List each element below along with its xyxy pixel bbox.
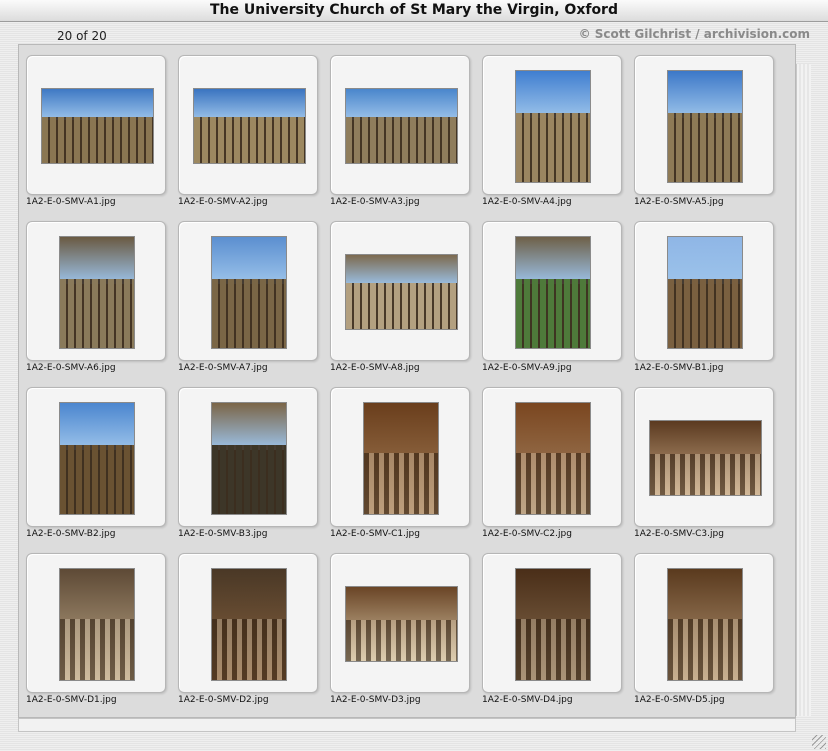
thumbnail-filename: 1A2-E-0-SMV-A9.jpg	[482, 363, 572, 373]
horizontal-scrollbar[interactable]	[18, 718, 796, 732]
thumbnail-frame[interactable]	[634, 387, 774, 527]
image-count: 20 of 20	[57, 29, 107, 43]
thumbnail-item[interactable]: 1A2-E-0-SMV-D5.jpg	[634, 553, 774, 708]
thumbnail-filename: 1A2-E-0-SMV-A2.jpg	[178, 197, 268, 207]
copyright-credit: © Scott Gilchrist / archivision.com	[578, 27, 810, 41]
thumbnail-frame[interactable]	[482, 55, 622, 195]
thumbnail-image[interactable]	[345, 254, 458, 330]
thumbnail-filename: 1A2-E-0-SMV-A5.jpg	[634, 197, 724, 207]
thumbnail-item[interactable]: 1A2-E-0-SMV-B3.jpg	[178, 387, 318, 542]
thumbnail-frame[interactable]	[26, 55, 166, 195]
thumbnail-filename: 1A2-E-0-SMV-B2.jpg	[26, 529, 116, 539]
thumbnail-item[interactable]: 1A2-E-0-SMV-B2.jpg	[26, 387, 166, 542]
resize-grip-icon[interactable]	[812, 735, 826, 749]
thumbnail-frame[interactable]	[178, 221, 318, 361]
thumbnail-filename: 1A2-E-0-SMV-D2.jpg	[178, 695, 269, 705]
thumbnail-image[interactable]	[667, 568, 743, 681]
thumbnail-image[interactable]	[345, 88, 458, 164]
vertical-scrollbar[interactable]	[796, 64, 811, 716]
thumbnail-frame[interactable]	[178, 387, 318, 527]
thumbnail-frame[interactable]	[26, 221, 166, 361]
thumbnail-filename: 1A2-E-0-SMV-A3.jpg	[330, 197, 420, 207]
thumbnail-filename: 1A2-E-0-SMV-C1.jpg	[330, 529, 420, 539]
thumbnail-item[interactable]: 1A2-E-0-SMV-C2.jpg	[482, 387, 622, 542]
thumbnail-item[interactable]: 1A2-E-0-SMV-A8.jpg	[330, 221, 470, 376]
thumbnail-frame[interactable]	[330, 55, 470, 195]
thumbnail-filename: 1A2-E-0-SMV-A7.jpg	[178, 363, 268, 373]
thumbnail-image[interactable]	[649, 420, 762, 496]
thumbnail-image[interactable]	[363, 402, 439, 515]
thumbnail-grid: 1A2-E-0-SMV-A1.jpg 1A2-E-0-SMV-A2.jpg 1A2-…	[18, 44, 796, 718]
window-title[interactable]: The University Church of St Mary the Vir…	[0, 0, 828, 22]
thumbnail-filename: 1A2-E-0-SMV-D3.jpg	[330, 695, 421, 705]
thumbnail-item[interactable]: 1A2-E-0-SMV-A2.jpg	[178, 55, 318, 210]
thumbnail-image[interactable]	[59, 402, 135, 515]
thumbnail-frame[interactable]	[26, 387, 166, 527]
thumbnail-item[interactable]: 1A2-E-0-SMV-D4.jpg	[482, 553, 622, 708]
thumbnail-frame[interactable]	[482, 387, 622, 527]
thumbnail-image[interactable]	[515, 236, 591, 349]
thumbnail-item[interactable]: 1A2-E-0-SMV-A9.jpg	[482, 221, 622, 376]
thumbnail-frame[interactable]	[330, 387, 470, 527]
thumbnail-filename: 1A2-E-0-SMV-C3.jpg	[634, 529, 724, 539]
thumbnail-image[interactable]	[211, 402, 287, 515]
thumbnail-item[interactable]: 1A2-E-0-SMV-D3.jpg	[330, 553, 470, 708]
thumbnail-image[interactable]	[345, 586, 458, 662]
thumbnail-frame[interactable]	[634, 221, 774, 361]
thumbnail-item[interactable]: 1A2-E-0-SMV-A6.jpg	[26, 221, 166, 376]
thumbnail-filename: 1A2-E-0-SMV-A4.jpg	[482, 197, 572, 207]
thumbnail-image[interactable]	[59, 236, 135, 349]
thumbnail-item[interactable]: 1A2-E-0-SMV-D1.jpg	[26, 553, 166, 708]
thumbnail-item[interactable]: 1A2-E-0-SMV-D2.jpg	[178, 553, 318, 708]
thumbnail-item[interactable]: 1A2-E-0-SMV-B1.jpg	[634, 221, 774, 376]
thumbnail-item[interactable]: 1A2-E-0-SMV-A3.jpg	[330, 55, 470, 210]
thumbnail-item[interactable]: 1A2-E-0-SMV-A1.jpg	[26, 55, 166, 210]
thumbnail-image[interactable]	[515, 402, 591, 515]
thumbnail-image[interactable]	[211, 568, 287, 681]
thumbnail-filename: 1A2-E-0-SMV-A6.jpg	[26, 363, 116, 373]
thumbnail-filename: 1A2-E-0-SMV-B3.jpg	[178, 529, 268, 539]
thumbnail-image[interactable]	[515, 568, 591, 681]
thumbnail-image[interactable]	[515, 70, 591, 183]
thumbnail-item[interactable]: 1A2-E-0-SMV-A5.jpg	[634, 55, 774, 210]
thumbnail-frame[interactable]	[482, 221, 622, 361]
thumbnail-item[interactable]: 1A2-E-0-SMV-C1.jpg	[330, 387, 470, 542]
thumbnail-filename: 1A2-E-0-SMV-D4.jpg	[482, 695, 573, 705]
thumbnail-item[interactable]: 1A2-E-0-SMV-A7.jpg	[178, 221, 318, 376]
thumbnail-item[interactable]: 1A2-E-0-SMV-C3.jpg	[634, 387, 774, 542]
thumbnail-filename: 1A2-E-0-SMV-C2.jpg	[482, 529, 572, 539]
thumbnail-frame[interactable]	[482, 553, 622, 693]
thumbnail-filename: 1A2-E-0-SMV-D1.jpg	[26, 695, 117, 705]
thumbnail-filename: 1A2-E-0-SMV-A8.jpg	[330, 363, 420, 373]
thumbnail-frame[interactable]	[634, 553, 774, 693]
thumbnail-image[interactable]	[59, 568, 135, 681]
thumbnail-image[interactable]	[41, 88, 154, 164]
thumbnail-image[interactable]	[667, 70, 743, 183]
thumbnail-frame[interactable]	[330, 553, 470, 693]
thumbnail-item[interactable]: 1A2-E-0-SMV-A4.jpg	[482, 55, 622, 210]
thumbnail-image[interactable]	[211, 236, 287, 349]
thumbnail-frame[interactable]	[634, 55, 774, 195]
thumbnail-frame[interactable]	[330, 221, 470, 361]
thumbnail-image[interactable]	[193, 88, 306, 164]
thumbnail-image[interactable]	[667, 236, 743, 349]
thumbnail-filename: 1A2-E-0-SMV-B1.jpg	[634, 363, 724, 373]
thumbnail-frame[interactable]	[178, 553, 318, 693]
thumbnail-frame[interactable]	[26, 553, 166, 693]
thumbnail-frame[interactable]	[178, 55, 318, 195]
thumbnail-filename: 1A2-E-0-SMV-D5.jpg	[634, 695, 725, 705]
thumbnail-filename: 1A2-E-0-SMV-A1.jpg	[26, 197, 116, 207]
